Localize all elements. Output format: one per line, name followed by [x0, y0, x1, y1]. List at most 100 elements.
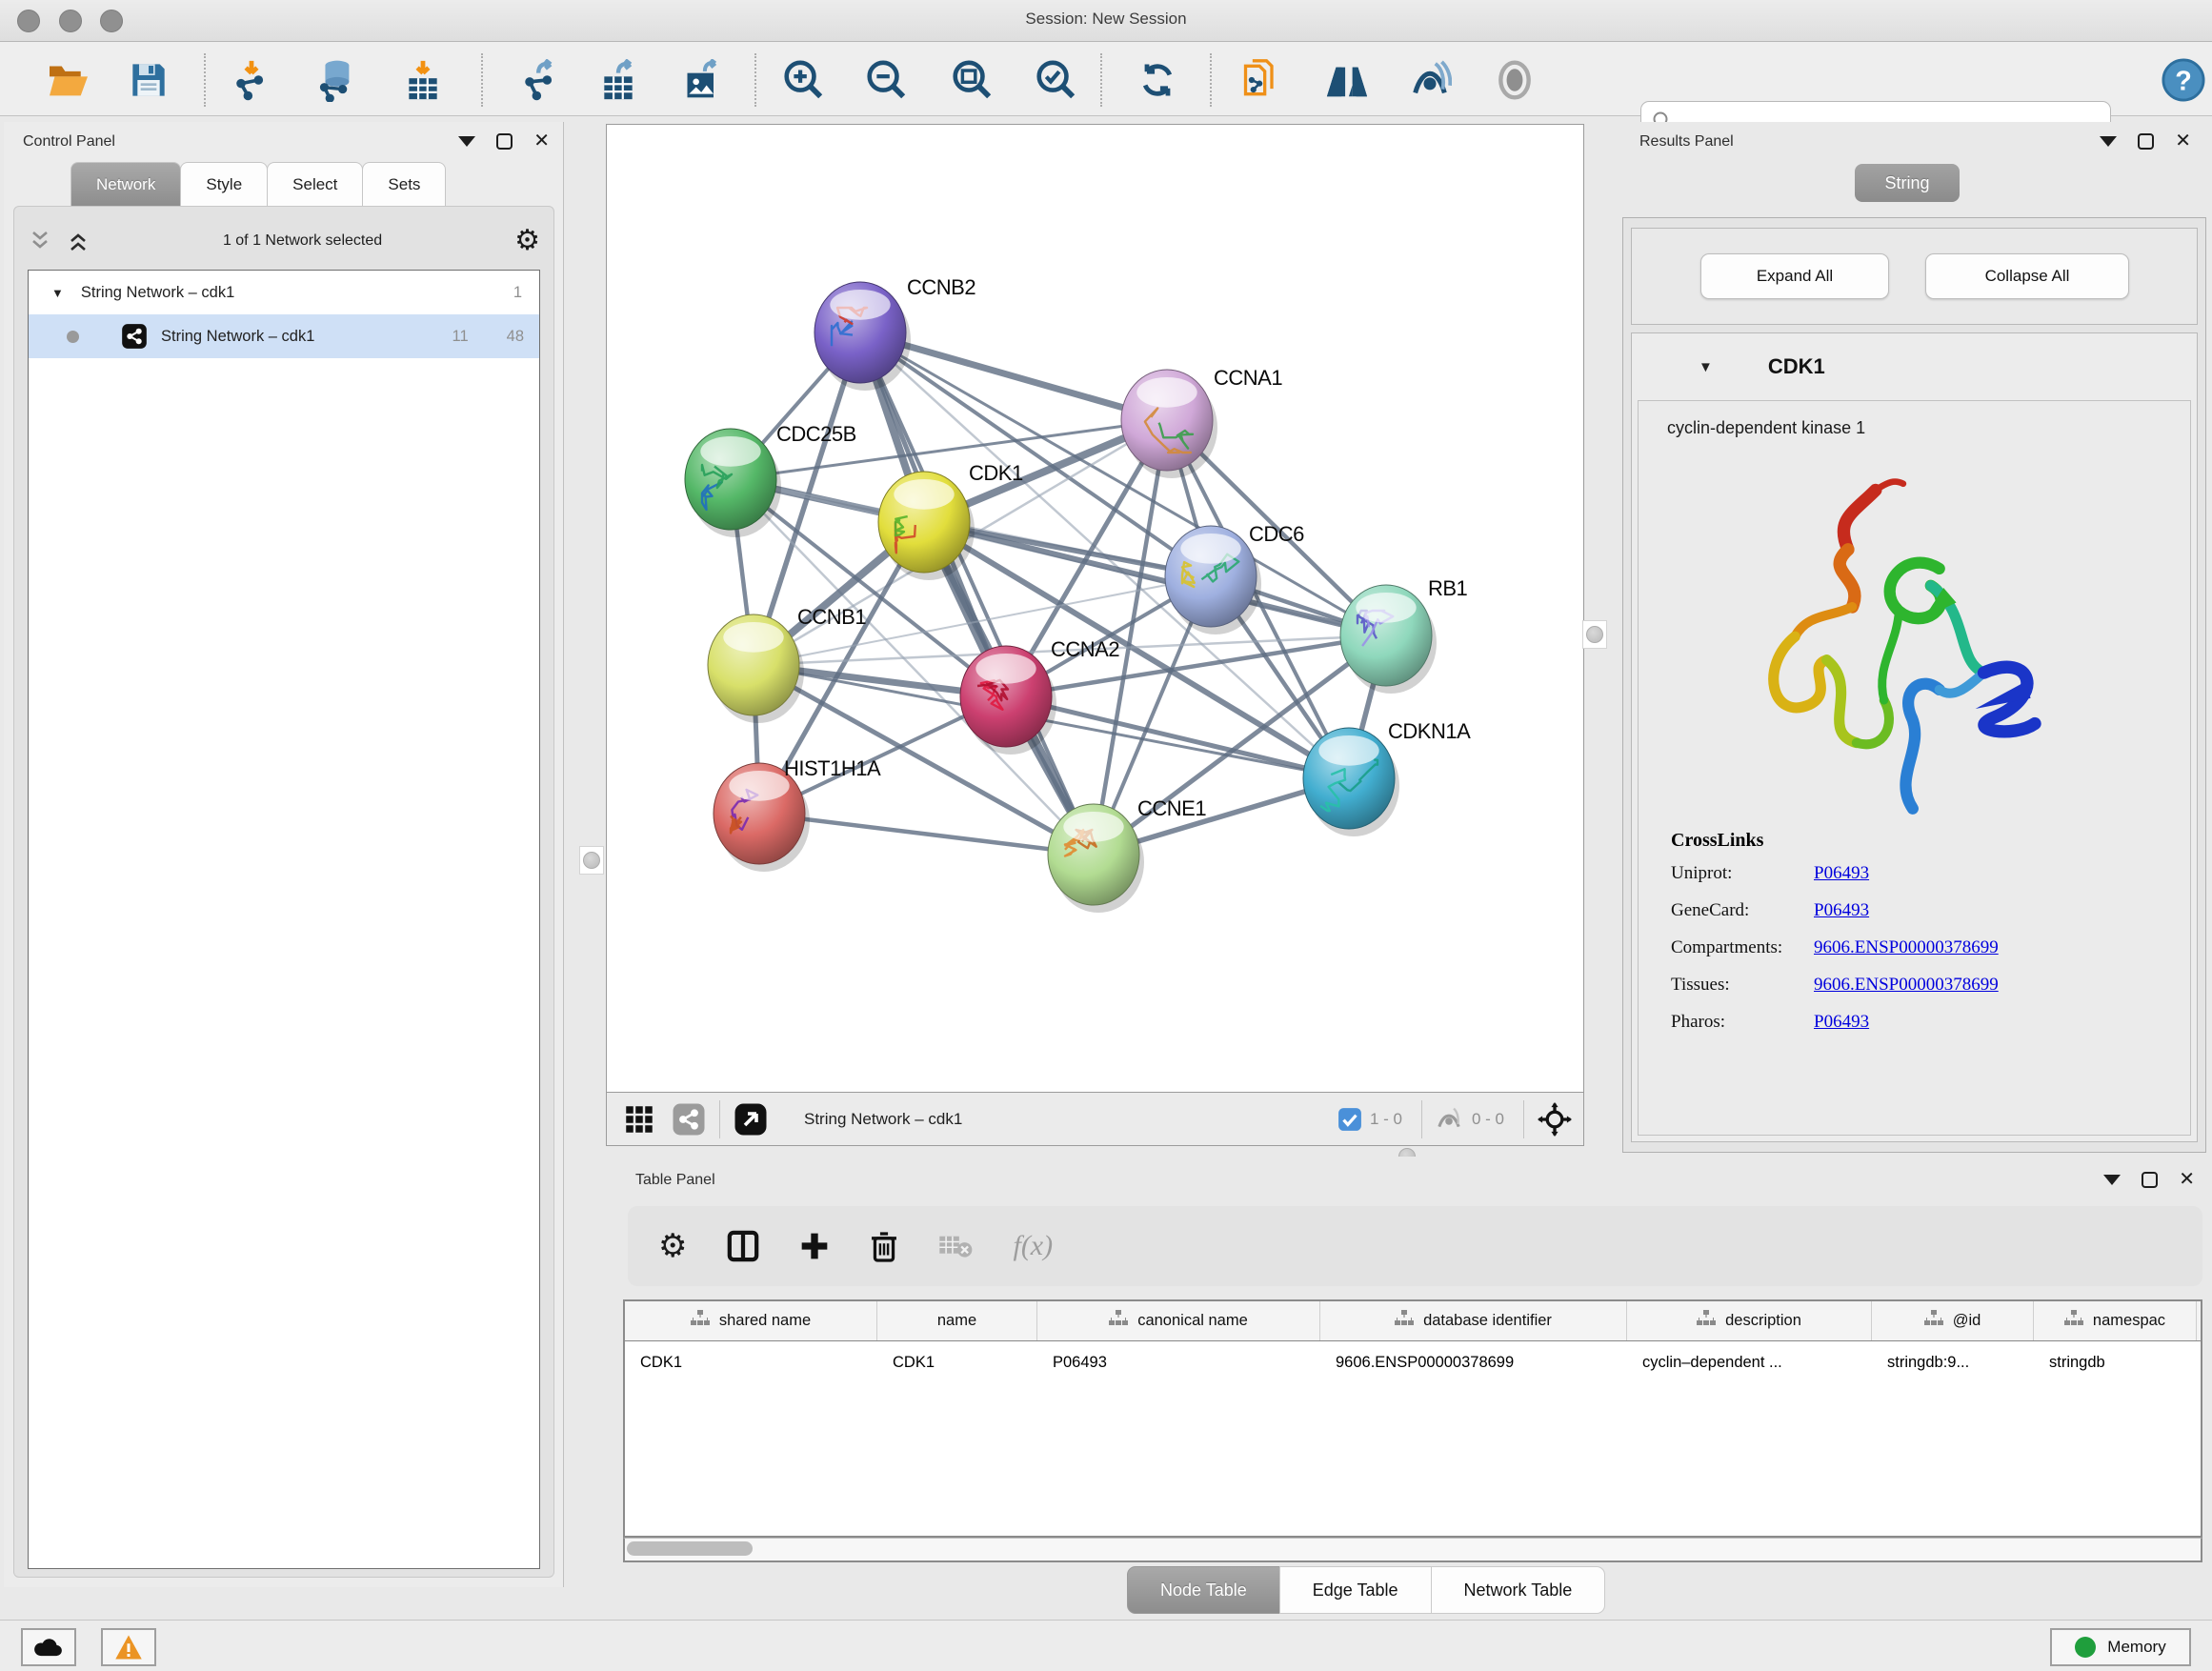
- zoom-in-button[interactable]: [779, 57, 825, 103]
- zoom-out-button[interactable]: [862, 57, 908, 103]
- delete-column-trash-icon[interactable]: [870, 1230, 898, 1262]
- memory-button[interactable]: Memory: [2050, 1628, 2191, 1666]
- column-header-shared-name[interactable]: shared name: [625, 1301, 877, 1340]
- birds-eye-toggle-button[interactable]: [1536, 1100, 1574, 1138]
- close-panel-icon[interactable]: ✕: [533, 133, 550, 150]
- tab-node-table[interactable]: Node Table: [1127, 1566, 1280, 1614]
- network-edge[interactable]: [860, 332, 1094, 855]
- right-splitter-handle[interactable]: [1582, 620, 1607, 649]
- network-node-hist1h1a[interactable]: HIST1H1A: [714, 756, 881, 872]
- expanded-triangle-icon[interactable]: ▼: [1699, 359, 1713, 375]
- table-cell[interactable]: CDK1: [877, 1341, 1037, 1384]
- crosslink-value-link[interactable]: 9606.ENSP00000378699: [1814, 937, 1999, 958]
- network-view-mode-button[interactable]: [670, 1100, 708, 1138]
- grid-view-button[interactable]: [620, 1100, 658, 1138]
- collapse-all-chevron-icon[interactable]: [28, 231, 52, 252]
- control-panel: Control Panel ✕ NetworkStyleSelectSets 1…: [4, 122, 564, 1587]
- expand-all-chevron-icon[interactable]: [66, 231, 90, 252]
- network-node-cdk1[interactable]: CDK1: [878, 461, 1023, 580]
- crosslink-value-link[interactable]: 9606.ENSP00000378699: [1814, 975, 1999, 996]
- tab-string[interactable]: String: [1855, 164, 1960, 202]
- expanded-triangle-icon[interactable]: ▼: [51, 286, 64, 300]
- column-header-canonical-name[interactable]: canonical name: [1037, 1301, 1320, 1340]
- export-network-button[interactable]: [517, 57, 563, 103]
- selected-checkbox-icon[interactable]: [1337, 1107, 1362, 1132]
- export-image-button[interactable]: [680, 57, 726, 103]
- hide-selected-button[interactable]: [1407, 57, 1453, 103]
- node-table[interactable]: shared namenamecanonical namedatabase id…: [623, 1299, 2202, 1538]
- network-node-ccnb2[interactable]: CCNB2: [814, 275, 975, 391]
- protein-structure-image: [1715, 458, 2058, 830]
- left-splitter-handle[interactable]: [579, 846, 604, 875]
- import-network-database-button[interactable]: [312, 57, 358, 103]
- table-cell[interactable]: stringdb:9...: [1872, 1341, 2034, 1384]
- expand-all-button[interactable]: Expand All: [1700, 253, 1889, 299]
- column-header-namespac[interactable]: namespac: [2034, 1301, 2197, 1340]
- network-node-cdc6[interactable]: CDC6: [1165, 522, 1304, 634]
- clone-network-button[interactable]: [1238, 57, 1284, 103]
- network-node-cdkn1a[interactable]: CDKN1A: [1303, 719, 1471, 836]
- network-node-ccna2[interactable]: CCNA2: [960, 637, 1119, 755]
- zoom-selected-button[interactable]: [1032, 57, 1077, 103]
- network-row-selected[interactable]: String Network – cdk1 11 48: [29, 314, 539, 358]
- save-session-button[interactable]: [126, 57, 171, 103]
- tab-edge-table[interactable]: Edge Table: [1279, 1566, 1432, 1614]
- add-column-icon[interactable]: [799, 1231, 830, 1261]
- gene-section-header[interactable]: ▼ CDK1: [1632, 333, 2197, 400]
- show-columns-icon[interactable]: [727, 1229, 759, 1263]
- network-node-ccna1[interactable]: CCNA1: [1121, 366, 1282, 478]
- column-header-name[interactable]: name: [877, 1301, 1037, 1340]
- table-cell[interactable]: stringdb: [2034, 1341, 2197, 1384]
- column-header--id[interactable]: @id: [1872, 1301, 2034, 1340]
- network-node-rb1[interactable]: RB1: [1340, 576, 1468, 694]
- show-all-button[interactable]: [1492, 57, 1538, 103]
- cloud-status-button[interactable]: [21, 1628, 76, 1666]
- tab-sets[interactable]: Sets: [362, 162, 446, 207]
- table-cell[interactable]: CDK1: [625, 1341, 877, 1384]
- float-panel-icon[interactable]: [2138, 133, 2154, 150]
- network-node-ccne1[interactable]: CCNE1: [1048, 796, 1206, 913]
- close-panel-icon[interactable]: ✕: [2179, 1172, 2195, 1188]
- help-button[interactable]: ?: [2161, 57, 2206, 103]
- hidden-eye-icon[interactable]: [1434, 1106, 1464, 1133]
- string-network-graph[interactable]: CCNB2CCNA1CDC25BCDK1CDC6RB1CCNB1CCNA2CDK…: [607, 125, 1583, 1092]
- network-collection-row[interactable]: ▼ String Network – cdk1 1: [29, 271, 539, 314]
- collapse-panel-icon[interactable]: [458, 136, 475, 147]
- table-row[interactable]: CDK1CDK1P064939606.ENSP00000378699cyclin…: [625, 1341, 2201, 1384]
- warnings-button[interactable]: [101, 1628, 156, 1666]
- table-horizontal-scrollbar[interactable]: [623, 1538, 2202, 1562]
- float-panel-icon[interactable]: [496, 133, 513, 150]
- network-canvas[interactable]: CCNB2CCNA1CDC25BCDK1CDC6RB1CCNB1CCNA2CDK…: [606, 124, 1584, 1093]
- string-results-container: Expand All Collapse All ▼ CDK1 cyclin-de…: [1622, 217, 2206, 1153]
- tab-network-table[interactable]: Network Table: [1431, 1566, 1606, 1614]
- close-panel-icon[interactable]: ✕: [2175, 133, 2191, 150]
- collapse-panel-icon[interactable]: [2103, 1175, 2121, 1185]
- crosslink-value-link[interactable]: P06493: [1814, 900, 1869, 921]
- table-header-row: shared namenamecanonical namedatabase id…: [625, 1301, 2201, 1341]
- collapse-all-button[interactable]: Collapse All: [1925, 253, 2129, 299]
- network-options-gear-icon[interactable]: ⚙: [514, 227, 540, 255]
- network-edge[interactable]: [1006, 696, 1349, 778]
- table-cell[interactable]: P06493: [1037, 1341, 1320, 1384]
- open-session-button[interactable]: [46, 57, 91, 103]
- import-network-file-button[interactable]: [229, 57, 274, 103]
- tab-select[interactable]: Select: [267, 162, 363, 207]
- find-button[interactable]: [1324, 57, 1370, 103]
- zoom-fit-button[interactable]: [948, 57, 994, 103]
- column-header-description[interactable]: description: [1627, 1301, 1872, 1340]
- table-cell[interactable]: cyclin–dependent ...: [1627, 1341, 1872, 1384]
- scrollbar-thumb[interactable]: [627, 1541, 753, 1556]
- tab-network[interactable]: Network: [70, 162, 181, 207]
- tab-style[interactable]: Style: [180, 162, 268, 207]
- apply-layout-button[interactable]: [1135, 57, 1180, 103]
- table-cell[interactable]: 9606.ENSP00000378699: [1320, 1341, 1627, 1384]
- export-table-button[interactable]: [595, 57, 641, 103]
- column-header-database-identifier[interactable]: database identifier: [1320, 1301, 1627, 1340]
- table-options-gear-icon[interactable]: ⚙: [658, 1232, 687, 1260]
- detach-view-button[interactable]: [732, 1100, 770, 1138]
- crosslink-value-link[interactable]: P06493: [1814, 863, 1869, 884]
- crosslink-value-link[interactable]: P06493: [1814, 1012, 1869, 1033]
- collapse-panel-icon[interactable]: [2100, 136, 2117, 147]
- float-panel-icon[interactable]: [2142, 1172, 2158, 1188]
- import-table-file-button[interactable]: [400, 57, 446, 103]
